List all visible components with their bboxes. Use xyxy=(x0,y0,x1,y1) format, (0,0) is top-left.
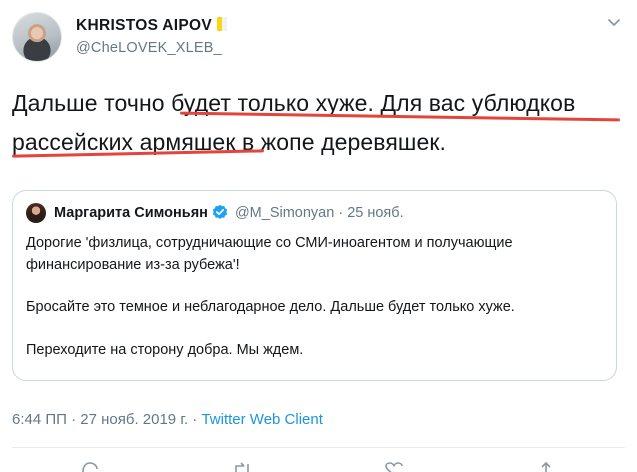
quoted-body: Дорогие 'физлица, сотрудничающие со СМИ-… xyxy=(26,233,611,382)
quoted-avatar xyxy=(26,203,46,223)
avatar[interactable] xyxy=(12,12,62,62)
client-link[interactable]: Twitter Web Client xyxy=(201,411,322,428)
quoted-tweet[interactable]: Маргарита Симоньян @M_Simonyan · 25 нояб… xyxy=(12,190,617,381)
tweet-text: Дальше точно будет только хуже. Для вас … xyxy=(12,84,627,162)
reply-icon[interactable] xyxy=(80,462,100,472)
quoted-name: Маргарита Симоньян xyxy=(54,205,208,221)
divider xyxy=(12,447,625,448)
caret-down-icon[interactable] xyxy=(606,14,622,30)
quoted-paragraph: Бросайте это темное и неблагодарное дело… xyxy=(26,299,515,315)
retweet-icon[interactable] xyxy=(232,462,252,472)
quoted-date: 25 нояб. xyxy=(347,205,404,221)
quoted-paragraph: Переходите на сторону добра. Мы ждем. xyxy=(26,341,304,358)
quoted-paragraph: Дорогие 'физлица, сотрудничающие со СМИ-… xyxy=(26,235,513,273)
user-block: KHRISTOS AIPOV @CheLOVEK_XLEB_ xyxy=(76,17,227,56)
separator-dot: · xyxy=(338,205,344,221)
like-icon[interactable] xyxy=(384,462,404,472)
verified-badge-icon xyxy=(212,204,228,219)
user-handle[interactable]: @CheLOVEK_XLEB_ xyxy=(76,40,227,56)
tweet-timestamp[interactable]: 6:44 ПП · 27 нояб. 2019 г. · xyxy=(12,411,197,428)
quoted-handle: @M_Simonyan xyxy=(234,205,335,221)
tweet-text-line: рассейских армяшек в жопе деревяшек. xyxy=(12,129,446,155)
tweet-meta: 6:44 ПП · 27 нояб. 2019 г. · Twitter Web… xyxy=(12,411,323,428)
flag-icon xyxy=(216,17,227,31)
share-icon[interactable] xyxy=(536,462,556,472)
display-name[interactable]: KHRISTOS AIPOV xyxy=(76,17,212,35)
quoted-header: Маргарита Симоньян @M_Simonyan · 25 нояб… xyxy=(54,204,404,221)
